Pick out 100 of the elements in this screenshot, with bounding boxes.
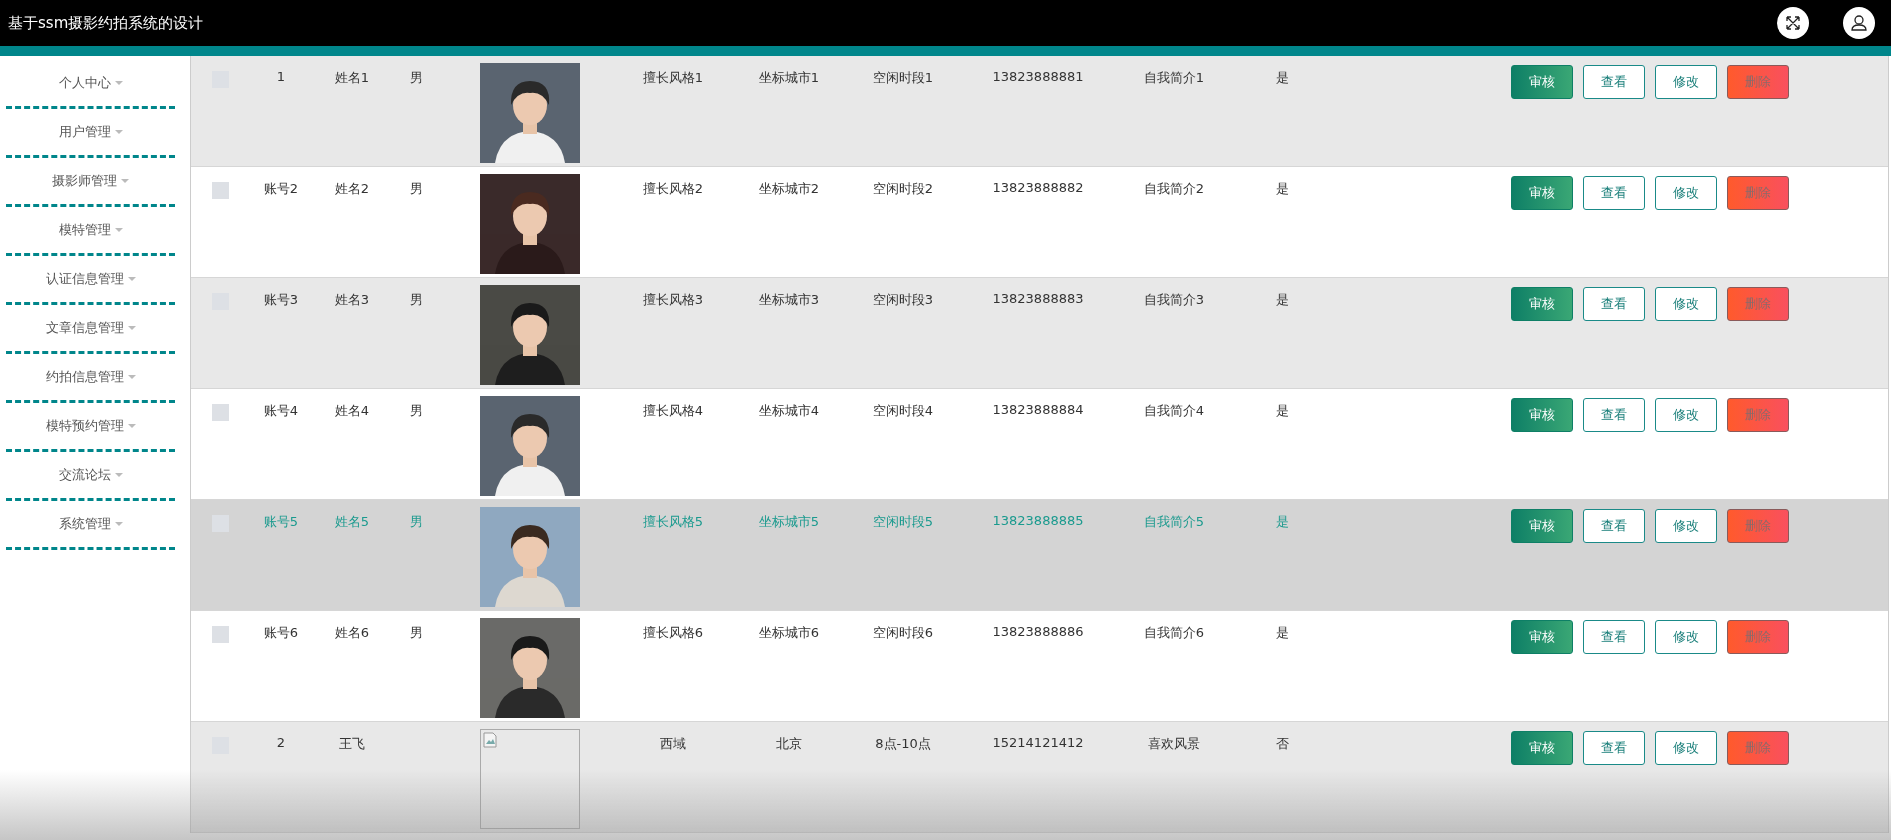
- table-cell: 13823888884: [992, 402, 1084, 417]
- table-cell: 喜欢风景: [1148, 736, 1200, 751]
- action-button[interactable]: 查看: [1583, 509, 1645, 543]
- action-button[interactable]: 修改: [1655, 509, 1717, 543]
- table-cell: 2: [276, 735, 286, 750]
- sidebar-item[interactable]: 用户管理: [6, 109, 175, 158]
- action-button[interactable]: 查看: [1583, 65, 1645, 99]
- table-cell: 空闲时段6: [872, 625, 934, 640]
- table-cell: 男: [409, 70, 423, 85]
- row-checkbox[interactable]: [211, 404, 229, 421]
- approve-button[interactable]: 审核: [1511, 398, 1573, 432]
- fullscreen-icon[interactable]: [1777, 7, 1809, 39]
- caret-icon: [127, 375, 136, 379]
- table-cell: 擅长风格3: [642, 292, 704, 307]
- table-cell: 空闲时段3: [872, 292, 934, 307]
- action-button[interactable]: 修改: [1655, 176, 1717, 210]
- caret-icon: [114, 228, 123, 232]
- sidebar-item[interactable]: 认证信息管理: [6, 256, 175, 305]
- approve-button[interactable]: 审核: [1511, 176, 1573, 210]
- sidebar-item[interactable]: 模特管理: [6, 207, 175, 256]
- sidebar-item[interactable]: 交流论坛: [6, 452, 175, 501]
- table-cell: 空闲时段4: [872, 403, 934, 418]
- action-button[interactable]: 查看: [1583, 398, 1645, 432]
- table-cell: 坐标城市1: [758, 70, 820, 85]
- table-cell: 男: [409, 625, 423, 640]
- table-cell: 是: [1275, 181, 1289, 196]
- table-cell: 西域: [660, 736, 686, 751]
- action-button[interactable]: 修改: [1655, 620, 1717, 654]
- table-cell: 坐标城市6: [758, 625, 820, 640]
- table-cell: 是: [1275, 292, 1289, 307]
- table-cell: 13823888885: [992, 513, 1084, 528]
- table-cell: 账号5: [263, 514, 299, 529]
- table-cell: 男: [409, 292, 423, 307]
- table-cell: 姓名4: [334, 403, 370, 418]
- table-cell: 擅长风格2: [642, 181, 704, 196]
- sidebar-item[interactable]: 个人中心: [6, 60, 175, 109]
- table-cell: 男: [409, 514, 423, 529]
- action-button[interactable]: 修改: [1655, 731, 1717, 765]
- table-cell: 坐标城市4: [758, 403, 820, 418]
- table-cell: 自我简介3: [1143, 292, 1205, 307]
- app-title: 基于ssm摄影约拍系统的设计: [8, 13, 204, 33]
- action-button[interactable]: 修改: [1655, 287, 1717, 321]
- table-row[interactable]: 账号2 姓名2 男 擅长风格2 坐标城市2 空闲时段2 13823888882 自我简介2 是 审核 查看 修改 删除: [191, 167, 1888, 278]
- table-cell: 自我简介2: [1143, 181, 1205, 196]
- table-cell: 空闲时段1: [872, 70, 934, 85]
- table-cell: 姓名5: [334, 514, 370, 529]
- table-cell: 13823888883: [992, 291, 1084, 306]
- action-button[interactable]: 修改: [1655, 398, 1717, 432]
- table-cell: 1: [276, 69, 286, 84]
- table-row[interactable]: 账号5 姓名5 男 擅长风格5 坐标城市5 空闲时段5 13823888885 自我简介5 是 审核 查看 修改 删除: [191, 500, 1888, 611]
- approve-button[interactable]: 审核: [1511, 620, 1573, 654]
- table-cell: 是: [1275, 514, 1289, 529]
- table-cell: 姓名2: [334, 181, 370, 196]
- user-icon[interactable]: [1843, 7, 1875, 39]
- table-row[interactable]: 1 姓名1 男 擅长风格1 坐标城市1 空闲时段1 13823888881 自我简介1 是 审核 查看 修改 删除: [191, 56, 1888, 167]
- action-button[interactable]: 查看: [1583, 620, 1645, 654]
- table-cell: 男: [409, 403, 423, 418]
- sidebar-item[interactable]: 约拍信息管理: [6, 354, 175, 403]
- action-button[interactable]: 查看: [1583, 731, 1645, 765]
- table-cell: 账号4: [263, 403, 299, 418]
- table-cell: 坐标城市3: [758, 292, 820, 307]
- approve-button[interactable]: 审核: [1511, 287, 1573, 321]
- table-row[interactable]: 账号6 姓名6 男 擅长风格6 坐标城市6 空闲时段6 13823888886 自我简介6 是 审核 查看 修改 删除: [191, 611, 1888, 722]
- row-checkbox[interactable]: [211, 182, 229, 199]
- caret-icon: [121, 179, 129, 183]
- sidebar-item[interactable]: 摄影师管理: [6, 158, 175, 207]
- action-button[interactable]: 修改: [1655, 65, 1717, 99]
- sidebar-item[interactable]: 模特预约管理: [6, 403, 175, 452]
- action-button[interactable]: 查看: [1583, 287, 1645, 321]
- table-cell: 王飞: [339, 736, 365, 751]
- table-cell: 自我简介4: [1143, 403, 1205, 418]
- approve-button[interactable]: 审核: [1511, 509, 1573, 543]
- approve-button[interactable]: 审核: [1511, 731, 1573, 765]
- broken-image-icon: [483, 732, 497, 748]
- caret-icon: [127, 277, 136, 281]
- table-cell: 8点-10点: [875, 736, 931, 751]
- table-cell: 擅长风格5: [642, 514, 704, 529]
- table-row[interactable]: 2 王飞 西域 北京 8点-10点 15214121412 喜欢风景 否 审核 查看 修改 删除: [191, 722, 1888, 833]
- table-cell: 姓名6: [334, 625, 370, 640]
- table-cell: 是: [1275, 625, 1289, 640]
- sidebar-item[interactable]: 系统管理: [6, 501, 175, 550]
- caret-icon: [114, 473, 123, 477]
- table-cell: 15214121412: [992, 735, 1084, 750]
- row-checkbox[interactable]: [211, 626, 229, 643]
- table-cell: 自我简介6: [1143, 625, 1205, 640]
- caret-icon: [127, 326, 136, 330]
- table-cell: 13823888886: [992, 624, 1084, 639]
- table-cell: 擅长风格1: [642, 70, 704, 85]
- table-cell: 13823888881: [992, 69, 1084, 84]
- action-button[interactable]: 查看: [1583, 176, 1645, 210]
- sidebar-item[interactable]: 文章信息管理: [6, 305, 175, 354]
- table-row[interactable]: 账号3 姓名3 男 擅长风格3 坐标城市3 空闲时段3 13823888883 自我简介3 是 审核 查看 修改 删除: [191, 278, 1888, 389]
- table-cell: 空闲时段5: [872, 514, 934, 529]
- table-cell: 擅长风格4: [642, 403, 704, 418]
- table-row[interactable]: 账号4 姓名4 男 擅长风格4 坐标城市4 空闲时段4 13823888884 自我简介4 是 审核 查看 修改 删除: [191, 389, 1888, 500]
- caret-icon: [127, 424, 136, 428]
- table-cell: 账号6: [263, 625, 299, 640]
- table-cell: 男: [409, 181, 423, 196]
- approve-button[interactable]: 审核: [1511, 65, 1573, 99]
- table-cell: 账号3: [263, 292, 299, 307]
